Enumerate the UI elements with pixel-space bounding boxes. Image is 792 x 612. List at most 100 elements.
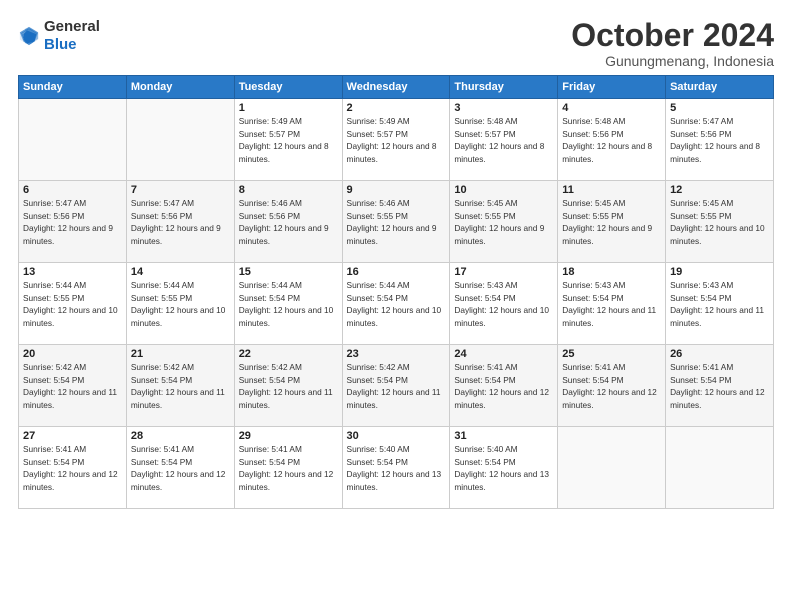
day-number: 12 (670, 184, 769, 196)
header-saturday: Saturday (666, 76, 774, 99)
day-info: Sunrise: 5:47 AMSunset: 5:56 PMDaylight:… (23, 197, 122, 247)
day-number: 16 (347, 266, 446, 278)
day-number: 21 (131, 348, 230, 360)
table-row: 13Sunrise: 5:44 AMSunset: 5:55 PMDayligh… (19, 263, 127, 345)
day-info: Sunrise: 5:44 AMSunset: 5:55 PMDaylight:… (131, 279, 230, 329)
day-info: Sunrise: 5:44 AMSunset: 5:54 PMDaylight:… (239, 279, 338, 329)
day-info: Sunrise: 5:47 AMSunset: 5:56 PMDaylight:… (670, 115, 769, 165)
table-row (666, 427, 774, 509)
day-info: Sunrise: 5:41 AMSunset: 5:54 PMDaylight:… (239, 443, 338, 493)
day-number: 20 (23, 348, 122, 360)
day-number: 31 (454, 430, 553, 442)
day-info: Sunrise: 5:45 AMSunset: 5:55 PMDaylight:… (562, 197, 661, 247)
day-info: Sunrise: 5:43 AMSunset: 5:54 PMDaylight:… (670, 279, 769, 329)
location-subtitle: Gunungmenang, Indonesia (571, 53, 774, 69)
calendar-container: General Blue October 2024 Gunungmenang, … (0, 0, 792, 612)
table-row: 16Sunrise: 5:44 AMSunset: 5:54 PMDayligh… (342, 263, 450, 345)
day-number: 15 (239, 266, 338, 278)
day-info: Sunrise: 5:45 AMSunset: 5:55 PMDaylight:… (670, 197, 769, 247)
day-number: 7 (131, 184, 230, 196)
day-info: Sunrise: 5:49 AMSunset: 5:57 PMDaylight:… (347, 115, 446, 165)
table-row: 19Sunrise: 5:43 AMSunset: 5:54 PMDayligh… (666, 263, 774, 345)
day-number: 25 (562, 348, 661, 360)
day-number: 18 (562, 266, 661, 278)
calendar-row: 13Sunrise: 5:44 AMSunset: 5:55 PMDayligh… (19, 263, 774, 345)
calendar-row: 20 Sunrise: 5:42 AMSunset: 5:54 PMDayligh… (19, 345, 774, 427)
day-number: 17 (454, 266, 553, 278)
day-info: Sunrise: 5:42 AMSunset: 5:54 PMDaylight:… (239, 361, 338, 411)
day-number: 11 (562, 184, 661, 196)
day-number: 22 (239, 348, 338, 360)
day-info: Sunrise: 5:47 AMSunset: 5:56 PMDaylight:… (131, 197, 230, 247)
day-number: 10 (454, 184, 553, 196)
day-info: Sunrise: 5:41 AMSunset: 5:54 PMDaylight:… (670, 361, 769, 411)
header: General Blue October 2024 Gunungmenang, … (18, 18, 774, 69)
logo-icon (18, 25, 40, 47)
weekday-header-row: Sunday Monday Tuesday Wednesday Thursday… (19, 76, 774, 99)
table-row: 24Sunrise: 5:41 AMSunset: 5:54 PMDayligh… (450, 345, 558, 427)
day-number: 2 (347, 102, 446, 114)
day-info: Sunrise: 5:43 AMSunset: 5:54 PMDaylight:… (454, 279, 553, 329)
day-number: 30 (347, 430, 446, 442)
day-info: Sunrise: 5:46 AMSunset: 5:55 PMDaylight:… (347, 197, 446, 247)
table-row: 10Sunrise: 5:45 AMSunset: 5:55 PMDayligh… (450, 181, 558, 263)
calendar-table: Sunday Monday Tuesday Wednesday Thursday… (18, 75, 774, 509)
logo-general: General (44, 18, 100, 35)
day-number: 26 (670, 348, 769, 360)
table-row: 22Sunrise: 5:42 AMSunset: 5:54 PMDayligh… (234, 345, 342, 427)
calendar-row: 1Sunrise: 5:49 AMSunset: 5:57 PMDaylight… (19, 99, 774, 181)
table-row: 7Sunrise: 5:47 AMSunset: 5:56 PMDaylight… (126, 181, 234, 263)
calendar-row: 27Sunrise: 5:41 AMSunset: 5:54 PMDayligh… (19, 427, 774, 509)
table-row (558, 427, 666, 509)
header-friday: Friday (558, 76, 666, 99)
header-tuesday: Tuesday (234, 76, 342, 99)
table-row: 9Sunrise: 5:46 AMSunset: 5:55 PMDaylight… (342, 181, 450, 263)
header-sunday: Sunday (19, 76, 127, 99)
table-row: 25Sunrise: 5:41 AMSunset: 5:54 PMDayligh… (558, 345, 666, 427)
day-info: Sunrise: 5:46 AMSunset: 5:56 PMDaylight:… (239, 197, 338, 247)
month-title: October 2024 (571, 18, 774, 53)
table-row: 29Sunrise: 5:41 AMSunset: 5:54 PMDayligh… (234, 427, 342, 509)
day-number: 3 (454, 102, 553, 114)
table-row: 3Sunrise: 5:48 AMSunset: 5:57 PMDaylight… (450, 99, 558, 181)
day-info: Sunrise: 5:48 AMSunset: 5:56 PMDaylight:… (562, 115, 661, 165)
day-info: Sunrise: 5:40 AMSunset: 5:54 PMDaylight:… (347, 443, 446, 493)
table-row: 27Sunrise: 5:41 AMSunset: 5:54 PMDayligh… (19, 427, 127, 509)
day-info: Sunrise: 5:44 AMSunset: 5:54 PMDaylight:… (347, 279, 446, 329)
header-wednesday: Wednesday (342, 76, 450, 99)
day-info: Sunrise: 5:44 AMSunset: 5:55 PMDaylight:… (23, 279, 122, 329)
day-info: Sunrise: 5:48 AMSunset: 5:57 PMDaylight:… (454, 115, 553, 165)
table-row: 6Sunrise: 5:47 AMSunset: 5:56 PMDaylight… (19, 181, 127, 263)
logo: General Blue (18, 18, 100, 54)
day-number: 8 (239, 184, 338, 196)
table-row: 21Sunrise: 5:42 AMSunset: 5:54 PMDayligh… (126, 345, 234, 427)
table-row: 17Sunrise: 5:43 AMSunset: 5:54 PMDayligh… (450, 263, 558, 345)
day-number: 9 (347, 184, 446, 196)
day-info: Sunrise: 5:43 AMSunset: 5:54 PMDaylight:… (562, 279, 661, 329)
table-row: 14Sunrise: 5:44 AMSunset: 5:55 PMDayligh… (126, 263, 234, 345)
day-number: 13 (23, 266, 122, 278)
day-info: Sunrise: 5:41 AMSunset: 5:54 PMDaylight:… (454, 361, 553, 411)
day-info: Sunrise: 5:49 AMSunset: 5:57 PMDaylight:… (239, 115, 338, 165)
logo-text: General Blue (44, 18, 100, 54)
day-info: Sunrise: 5:40 AMSunset: 5:54 PMDaylight:… (454, 443, 553, 493)
table-row: 15Sunrise: 5:44 AMSunset: 5:54 PMDayligh… (234, 263, 342, 345)
table-row: 28Sunrise: 5:41 AMSunset: 5:54 PMDayligh… (126, 427, 234, 509)
day-number: 28 (131, 430, 230, 442)
table-row: 18Sunrise: 5:43 AMSunset: 5:54 PMDayligh… (558, 263, 666, 345)
logo-blue: Blue (44, 36, 77, 53)
table-row: 8Sunrise: 5:46 AMSunset: 5:56 PMDaylight… (234, 181, 342, 263)
day-number: 19 (670, 266, 769, 278)
table-row: 31Sunrise: 5:40 AMSunset: 5:54 PMDayligh… (450, 427, 558, 509)
header-thursday: Thursday (450, 76, 558, 99)
day-number: 6 (23, 184, 122, 196)
table-row (126, 99, 234, 181)
table-row (19, 99, 127, 181)
header-monday: Monday (126, 76, 234, 99)
table-row: 2Sunrise: 5:49 AMSunset: 5:57 PMDaylight… (342, 99, 450, 181)
day-info: Sunrise: 5:41 AMSunset: 5:54 PMDaylight:… (23, 443, 122, 493)
day-number: 23 (347, 348, 446, 360)
day-number: 24 (454, 348, 553, 360)
day-number: 1 (239, 102, 338, 114)
day-number: 27 (23, 430, 122, 442)
